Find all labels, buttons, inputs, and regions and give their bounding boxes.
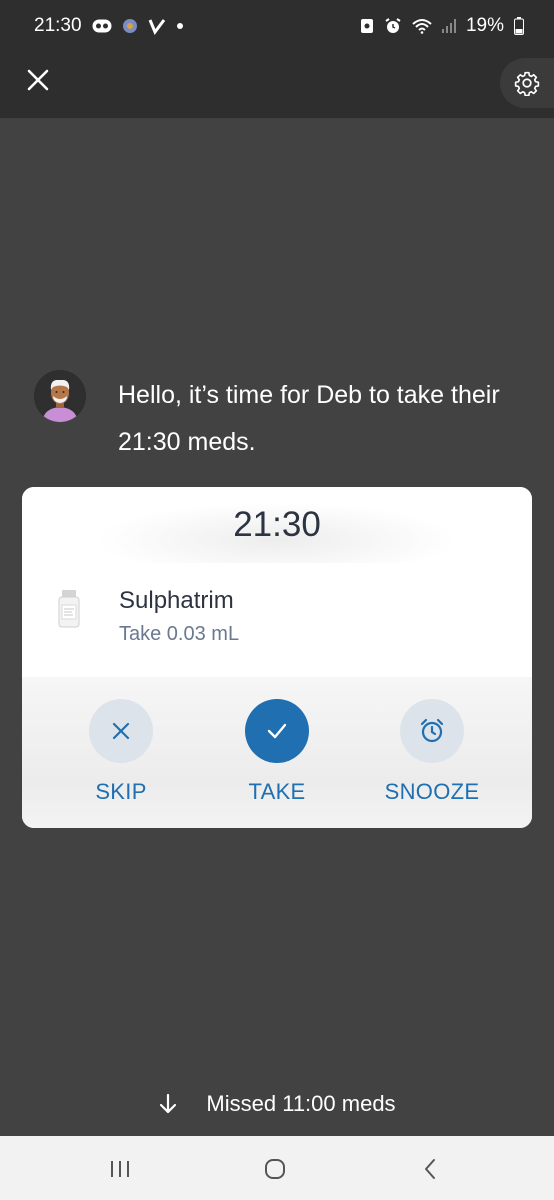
dose-time: 21:30 bbox=[22, 487, 532, 563]
voicemail-icon bbox=[92, 19, 112, 33]
check-icon bbox=[267, 723, 287, 739]
back-button[interactable] bbox=[410, 1154, 450, 1184]
dose-actions: SKIP TAKE SNOOZE bbox=[22, 677, 532, 828]
greeting: Hello, it’s time for Deb to take their 2… bbox=[34, 370, 524, 466]
system-nav-bar bbox=[0, 1136, 554, 1200]
snooze-label: SNOOZE bbox=[384, 779, 480, 804]
back-icon bbox=[425, 1159, 435, 1179]
app-notification-icon bbox=[122, 18, 138, 34]
pill-bottle-icon bbox=[56, 589, 82, 634]
home-icon bbox=[265, 1159, 285, 1179]
take-button[interactable]: TAKE bbox=[217, 699, 337, 805]
close-button[interactable] bbox=[18, 60, 58, 100]
recents-button[interactable] bbox=[100, 1154, 140, 1184]
lock-app-icon bbox=[360, 18, 374, 34]
greeting-text: Hello, it’s time for Deb to take their 2… bbox=[118, 381, 500, 456]
medication-row[interactable]: Sulphatrim Take 0.03 mL bbox=[22, 577, 532, 657]
skip-button[interactable]: SKIP bbox=[61, 699, 181, 805]
medication-dose: Take 0.03 mL bbox=[119, 623, 240, 645]
take-label: TAKE bbox=[248, 779, 306, 804]
app-bar bbox=[0, 52, 554, 118]
battery-icon bbox=[514, 17, 524, 35]
arrow-down-icon bbox=[158, 1093, 178, 1115]
gear-icon bbox=[514, 71, 540, 96]
alarm-clock-icon bbox=[420, 718, 444, 743]
alarm-icon bbox=[384, 17, 402, 35]
medication-name: Sulphatrim bbox=[119, 587, 234, 614]
medication-card: 21:30 Sulphatrim Take 0.03 mL SKIP TAKE … bbox=[22, 487, 532, 828]
missed-meds-link[interactable]: Missed 11:00 meds bbox=[0, 1082, 554, 1126]
battery-percent: 19% bbox=[465, 15, 504, 36]
snooze-button[interactable]: SNOOZE bbox=[372, 699, 492, 805]
venmo-icon bbox=[148, 17, 166, 35]
close-icon bbox=[27, 69, 49, 91]
wifi-icon bbox=[412, 18, 432, 34]
home-button[interactable] bbox=[255, 1154, 295, 1184]
status-time: 21:30 bbox=[34, 15, 82, 36]
signal-icon bbox=[441, 19, 456, 33]
x-icon bbox=[112, 722, 130, 740]
avatar bbox=[34, 370, 86, 422]
recents-icon bbox=[111, 1161, 129, 1177]
settings-button[interactable] bbox=[500, 58, 554, 108]
status-bar: 21:30 19% bbox=[0, 0, 554, 52]
missed-meds-text: Missed 11:00 meds bbox=[206, 1091, 396, 1116]
skip-label: SKIP bbox=[95, 779, 147, 804]
more-dot-icon bbox=[176, 22, 184, 30]
